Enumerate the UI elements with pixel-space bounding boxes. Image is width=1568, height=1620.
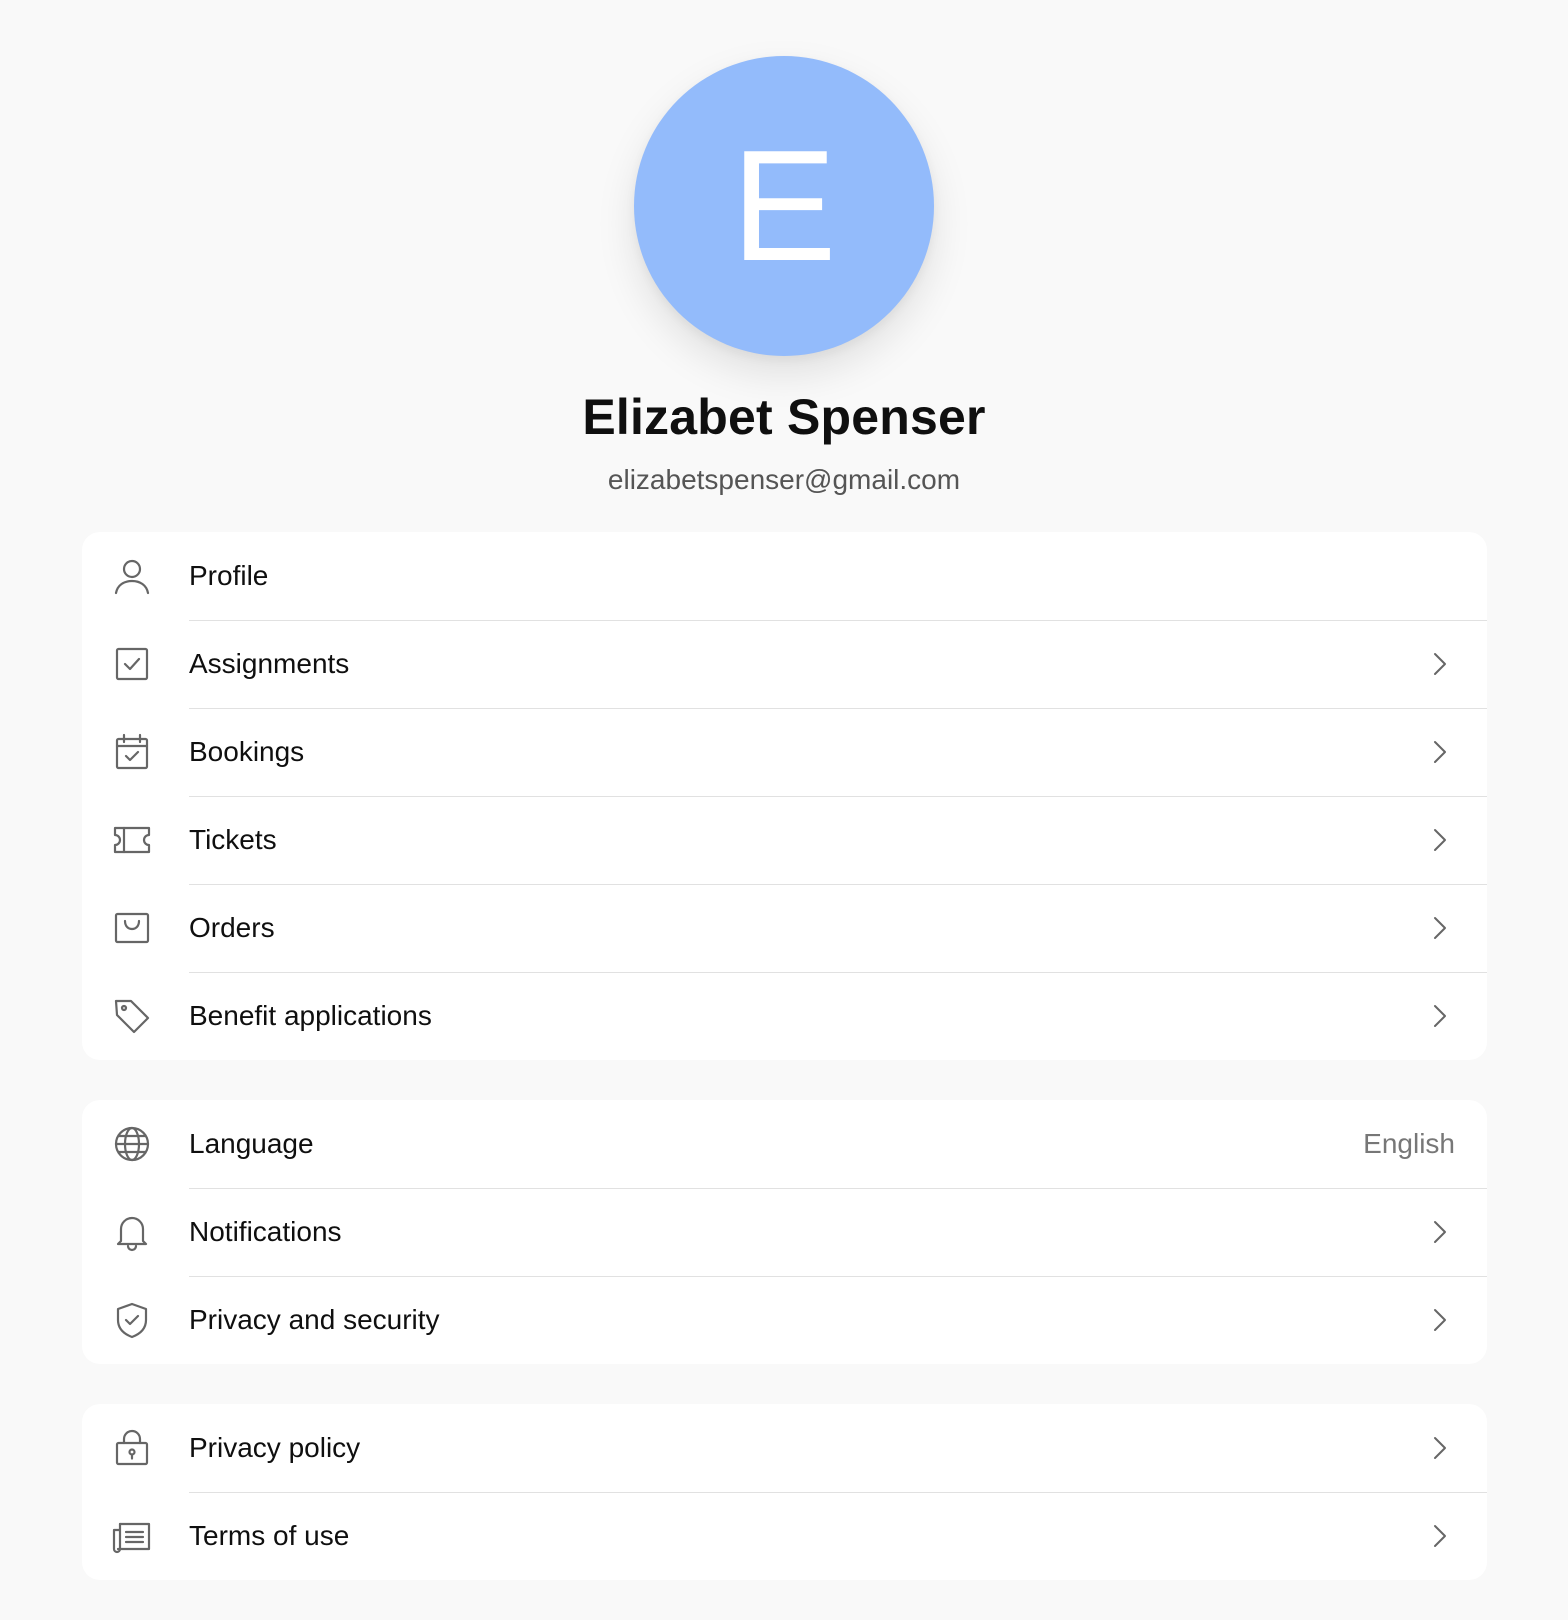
chevron-right-icon (1425, 914, 1453, 942)
account-page: E Elizabet Spenser elizabetspenser@gmail… (0, 0, 1568, 1620)
account-menu-card: Profile Assignments Bookings Tickets Ord… (82, 532, 1487, 1060)
bell-icon (112, 1212, 152, 1252)
menu-item-label: Privacy and security (189, 1304, 440, 1335)
menu-item-profile[interactable]: Profile (82, 532, 1487, 620)
menu-item-benefit-applications[interactable]: Benefit applications (82, 972, 1487, 1060)
menu-item-label: Terms of use (189, 1520, 350, 1551)
menu-item-label: Benefit applications (189, 1000, 432, 1031)
checkbox-icon (112, 644, 152, 684)
document-list-icon (112, 1516, 152, 1556)
menu-item-label: Tickets (189, 824, 277, 855)
lock-icon (112, 1428, 152, 1468)
calendar-check-icon (112, 732, 152, 772)
menu-item-orders[interactable]: Orders (82, 884, 1487, 972)
chevron-right-icon (1425, 826, 1453, 854)
user-email: elizabetspenser@gmail.com (607, 464, 961, 495)
chevron-right-icon (1425, 1002, 1453, 1030)
menu-item-terms-of-use[interactable]: Terms of use (82, 1492, 1487, 1580)
menu-item-bookings[interactable]: Bookings (82, 708, 1487, 796)
menu-item-label: Assignments (189, 648, 350, 679)
menu-item-language[interactable]: Language English (82, 1100, 1487, 1188)
ticket-icon (112, 820, 152, 860)
menu-item-privacy-security[interactable]: Privacy and security (82, 1276, 1487, 1364)
menu-item-label: Privacy policy (189, 1432, 361, 1463)
chevron-right-icon (1425, 650, 1453, 678)
menu-item-label: Profile (189, 560, 269, 591)
settings-menu-card: Language English Notifications Privacy a… (82, 1100, 1487, 1364)
chevron-right-icon (1425, 1306, 1453, 1334)
chevron-right-icon (1425, 738, 1453, 766)
menu-item-privacy-policy[interactable]: Privacy policy (82, 1404, 1487, 1492)
menu-item-label: Bookings (189, 736, 305, 767)
menu-item-label: Orders (189, 912, 275, 943)
menu-item-tickets[interactable]: Tickets (82, 796, 1487, 884)
menu-item-assignments[interactable]: Assignments (82, 620, 1487, 708)
chevron-right-icon (1425, 1434, 1453, 1462)
avatar-initial: E (731, 118, 837, 294)
menu-item-label: Language (189, 1128, 314, 1159)
chevron-right-icon (1425, 1218, 1453, 1246)
menu-item-label: Notifications (189, 1216, 342, 1247)
shopping-bag-icon (112, 908, 152, 948)
legal-menu-card: Privacy policy Terms of use (82, 1404, 1487, 1580)
menu-item-notifications[interactable]: Notifications (82, 1188, 1487, 1276)
account-header: E Elizabet Spenser elizabetspenser@gmail… (0, 0, 1568, 520)
tag-icon (112, 996, 152, 1036)
shield-check-icon (112, 1300, 152, 1340)
language-value: English (1363, 1128, 1455, 1159)
globe-icon (112, 1124, 152, 1164)
chevron-right-icon (1425, 1522, 1453, 1550)
user-icon (112, 556, 152, 596)
avatar[interactable]: E (634, 56, 934, 356)
user-name: Elizabet Spenser (582, 389, 986, 445)
